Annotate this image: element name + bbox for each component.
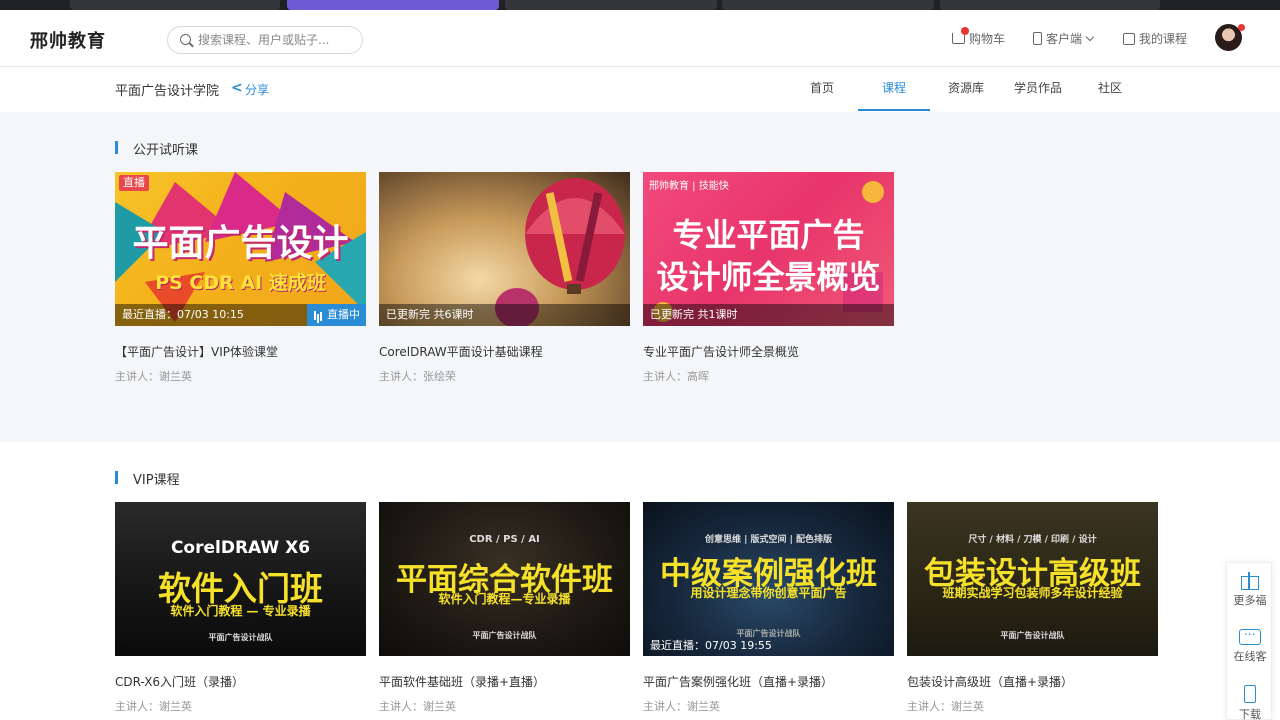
search-box[interactable] (167, 26, 363, 54)
thumbnail-top-text: CDR / PS / AI (469, 534, 540, 545)
tab-community[interactable]: 社区 (1074, 67, 1146, 112)
thumbnail-top-text: 尺寸 / 材料 / 刀模 / 印刷 / 设计 (968, 535, 1097, 545)
thumbnail-title: 平面广告设计 (132, 223, 349, 264)
client-dropdown[interactable]: 客户端 (1033, 30, 1095, 47)
browser-tab[interactable] (940, 0, 1160, 10)
cart-link[interactable]: 购物车 (952, 27, 1006, 47)
share-icon (231, 80, 243, 96)
download-button[interactable]: 下载 (1227, 685, 1273, 720)
cart-badge (961, 27, 969, 35)
thumbnail-subtitle: PS CDR AI 速成班 (155, 272, 326, 294)
course-teacher: 主讲人：张绘荣 (379, 370, 456, 383)
chat-icon (1239, 624, 1261, 645)
share-label: 分享 (245, 83, 270, 97)
tab-resources[interactable]: 资源库 (930, 67, 1002, 112)
share-button[interactable]: 分享 (231, 80, 270, 98)
course-thumbnail[interactable]: CDR / PS / AI 平面综合软件班 软件入门教程—专业录播 平面广告设计… (379, 502, 630, 656)
course-teacher: 主讲人：谢兰英 (379, 700, 456, 713)
site-logo[interactable]: 邢帅教育 (30, 27, 106, 53)
brand-tag: 邢帅教育 | 技能快 (649, 181, 729, 192)
online-service-label: 在线客 (1233, 650, 1267, 663)
school-tabs: 首页 课程 资源库 学员作品 社区 (786, 67, 1146, 112)
thumbnail-subtitle: 用设计理念带你创意平面广告 (690, 586, 847, 600)
course-title[interactable]: 专业平面广告设计师全景概览 (643, 343, 894, 360)
school-name: 平面广告设计学院 (115, 84, 220, 99)
balloon-image (495, 178, 625, 326)
phone-icon (1033, 32, 1042, 45)
course-title[interactable]: 平面软件基础班（录播+直播） (379, 673, 630, 690)
live-now-badge: 直播中 (307, 304, 366, 326)
browser-tab-strip (0, 0, 1280, 10)
gift-icon (1240, 571, 1260, 590)
download-label: 下载 (1239, 708, 1261, 720)
tab-home[interactable]: 首页 (786, 67, 858, 112)
course-card[interactable]: 已更新完 共6课时 CorelDRAW平面设计基础课程 主讲人：张绘荣 (379, 172, 630, 384)
course-thumbnail[interactable]: 邢帅教育 | 技能快 专业平面广告 设计师全景概览 已更新完 共1课时 (643, 172, 894, 326)
client-label: 客户端 (1046, 32, 1083, 46)
thumbnail-subtitle: 软件入门教程 — 专业录播 (170, 604, 311, 618)
course-thumbnail[interactable]: 创意思维 | 版式空间 | 配色排版 中级案例强化班 用设计理念带你创意平面广告… (643, 502, 894, 656)
phone-download-icon (1244, 685, 1256, 703)
course-card[interactable]: CDR / PS / AI 平面综合软件班 软件入门教程—专业录播 平面广告设计… (379, 502, 630, 714)
my-courses-link[interactable]: 我的课程 (1123, 30, 1187, 47)
thumbnail-top-text: CorelDRAW X6 (170, 538, 311, 558)
course-thumbnail[interactable]: 直播 平面广告设计 PS CDR AI 速成班 最近直播：07/03 10:15… (115, 172, 366, 326)
browser-tab[interactable] (70, 0, 280, 10)
course-card[interactable]: 创意思维 | 版式空间 | 配色排版 中级案例强化班 用设计理念带你创意平面广告… (643, 502, 894, 714)
course-card[interactable]: 直播 平面广告设计 PS CDR AI 速成班 最近直播：07/03 10:15… (115, 172, 366, 384)
notification-badge (1238, 24, 1245, 31)
my-courses-label: 我的课程 (1139, 32, 1188, 46)
course-thumbnail[interactable]: 尺寸 / 材料 / 刀模 / 印刷 / 设计 包装设计高级班 班期实战学习包装师… (907, 502, 1158, 656)
chevron-down-icon (1085, 32, 1095, 41)
free-courses-section: 公开试听课 直播 平面广告设计 PS CDR AI 速成班 最近直播：07/03… (0, 112, 1280, 442)
browser-tab[interactable] (505, 0, 717, 10)
thumbnail-top-text: 创意思维 | 版式空间 | 配色排版 (704, 535, 833, 545)
browser-tab[interactable] (722, 0, 934, 10)
course-title[interactable]: CDR-X6入门班（录播） (115, 673, 366, 690)
course-card[interactable]: 尺寸 / 材料 / 刀模 / 印刷 / 设计 包装设计高级班 班期实战学习包装师… (907, 502, 1158, 714)
cart-label: 购物车 (969, 32, 1006, 46)
status-bar: 已更新完 共1课时 (643, 304, 894, 326)
online-service-button[interactable]: 在线客 (1227, 624, 1273, 664)
site-header: 邢帅教育 购物车 客户端 我的课程 (0, 10, 1280, 67)
tab-courses[interactable]: 课程 (858, 67, 930, 112)
course-title[interactable]: 包装设计高级班（直播+录播） (907, 673, 1158, 690)
course-card[interactable]: CorelDRAW X6 软件入门班 软件入门教程 — 专业录播 平面广告设计战… (115, 502, 366, 714)
thumbnail-footer: 平面广告设计战队 (1000, 631, 1065, 640)
course-teacher: 主讲人：谢兰英 (643, 700, 720, 713)
search-icon[interactable] (180, 34, 191, 45)
section-title: VIP课程 (115, 469, 180, 488)
section-title: 公开试听课 (115, 139, 198, 158)
course-teacher: 主讲人：谢兰英 (907, 700, 984, 713)
floating-side-bar: 更多福 在线客 下载 (1226, 562, 1272, 720)
vip-courses-section: VIP课程 CorelDRAW X6 软件入门班 软件入门教程 — 专业录播 平… (0, 442, 1280, 720)
course-teacher: 主讲人：谢兰英 (115, 370, 192, 383)
more-benefits-button[interactable]: 更多福 (1227, 571, 1273, 608)
thumbnail-subtitle: 设计师全景概览 (656, 258, 881, 296)
live-tag: 直播 (119, 175, 149, 191)
status-bar: 已更新完 共6课时 (379, 304, 630, 326)
thumbnail-subtitle: 班期实战学习包装师多年设计经验 (942, 586, 1123, 600)
tab-student-works[interactable]: 学员作品 (1002, 67, 1074, 112)
course-thumbnail[interactable]: 已更新完 共6课时 (379, 172, 630, 326)
school-nav-bar: 平面广告设计学院 分享 首页 课程 资源库 学员作品 社区 (0, 67, 1280, 112)
thumbnail-footer: 平面广告设计战队 (208, 633, 273, 642)
course-teacher: 主讲人：高晖 (643, 370, 709, 383)
course-thumbnail[interactable]: CorelDRAW X6 软件入门班 软件入门教程 — 专业录播 平面广告设计战… (115, 502, 366, 656)
thumbnail-subtitle: 软件入门教程—专业录播 (438, 592, 571, 606)
browser-tab-active[interactable] (287, 0, 499, 10)
thumbnail-footer: 平面广告设计战队 (472, 631, 537, 640)
thumbnail-title: 专业平面广告 (672, 216, 865, 254)
live-time: 最近直播：07/03 19:55 (650, 639, 772, 652)
course-title[interactable]: CorelDRAW平面设计基础课程 (379, 343, 630, 360)
more-benefits-label: 更多福 (1233, 594, 1267, 607)
search-input[interactable] (198, 31, 354, 49)
course-title[interactable]: 平面广告案例强化班（直播+录播） (643, 673, 894, 690)
course-title[interactable]: 【平面广告设计】VIP体验课堂 (115, 343, 366, 360)
book-icon (1123, 32, 1135, 45)
cart-icon (952, 27, 969, 44)
course-teacher: 主讲人：谢兰英 (115, 700, 192, 713)
course-card[interactable]: 邢帅教育 | 技能快 专业平面广告 设计师全景概览 已更新完 共1课时 专业平面… (643, 172, 894, 384)
